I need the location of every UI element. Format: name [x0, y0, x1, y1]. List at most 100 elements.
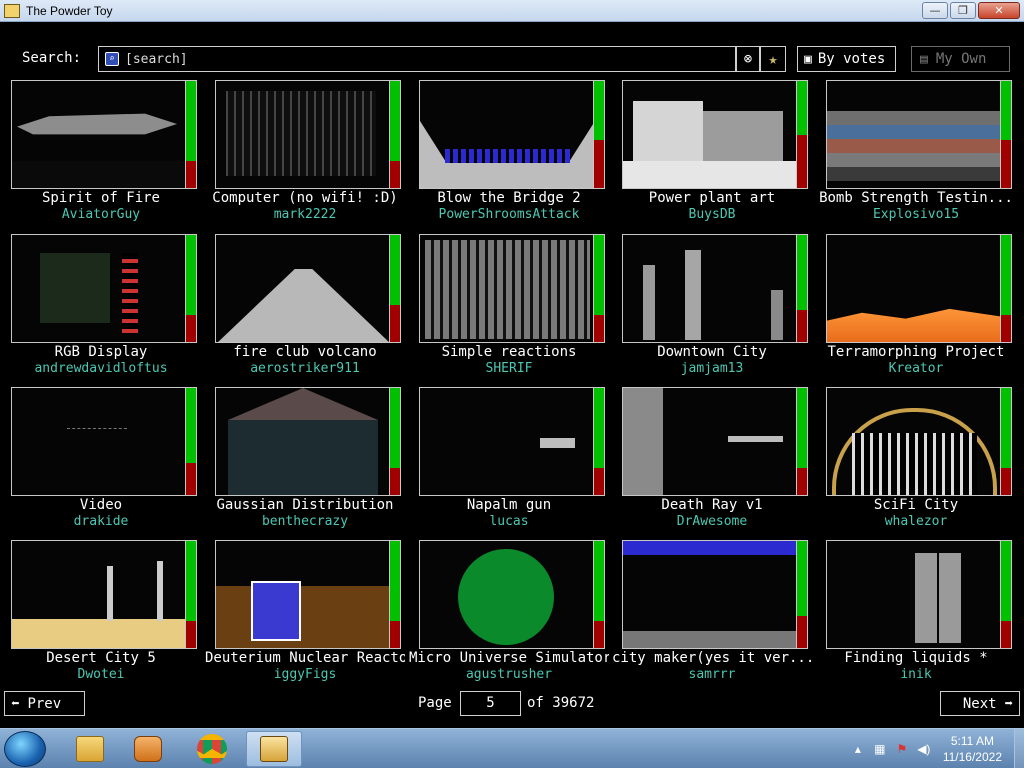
save-thumbnail[interactable] — [826, 387, 1001, 496]
save-title[interactable]: Computer (no wifi! :D) — [205, 190, 405, 206]
save-card[interactable]: Blow the Bridge 2 PowerShroomsAttack — [419, 80, 607, 230]
save-card[interactable]: Desert City 5 Dwotei — [11, 540, 199, 690]
save-title[interactable]: Bomb Strength Testin... — [816, 190, 1016, 206]
save-author[interactable]: whalezor — [816, 514, 1016, 529]
save-thumbnail[interactable] — [11, 387, 186, 496]
save-title[interactable]: Death Ray v1 — [612, 497, 812, 513]
page-number-input[interactable]: 5 — [460, 691, 521, 716]
search-input[interactable]: ⌕ [search] — [98, 46, 736, 72]
flag-icon[interactable]: ⚑ — [895, 742, 909, 756]
save-author[interactable]: jamjam13 — [612, 361, 812, 376]
save-card[interactable]: fire club volcano aerostriker911 — [215, 234, 403, 384]
save-title[interactable]: Finding liquids * — [816, 650, 1016, 666]
start-button[interactable] — [4, 731, 46, 767]
save-thumbnail[interactable] — [622, 234, 797, 343]
save-thumbnail[interactable] — [215, 234, 390, 343]
save-card[interactable]: Video drakide — [11, 387, 199, 537]
save-thumbnail[interactable] — [11, 540, 186, 649]
save-author[interactable]: mark2222 — [205, 207, 405, 222]
save-card[interactable]: Gaussian Distribution benthecrazy — [215, 387, 403, 537]
save-title[interactable]: Downtown City — [612, 344, 812, 360]
save-author[interactable]: Kreator — [816, 361, 1016, 376]
save-card[interactable]: Downtown City jamjam13 — [622, 234, 810, 384]
save-author[interactable]: inik — [816, 667, 1016, 682]
save-title[interactable]: Spirit of Fire — [1, 190, 201, 206]
show-desktop-button[interactable] — [1014, 729, 1024, 768]
save-title[interactable]: city maker(yes it ver... — [612, 650, 812, 666]
save-card[interactable]: Napalm gun lucas — [419, 387, 607, 537]
taskbar-file-explorer[interactable] — [62, 731, 118, 767]
save-author[interactable]: aerostriker911 — [205, 361, 405, 376]
save-author[interactable]: drakide — [1, 514, 201, 529]
save-card[interactable]: Power plant art BuysDB — [622, 80, 810, 230]
save-title[interactable]: Simple reactions — [409, 344, 609, 360]
save-thumbnail[interactable] — [419, 234, 594, 343]
save-title[interactable]: Micro Universe Simulator — [409, 650, 609, 666]
save-card[interactable]: city maker(yes it ver... samrrr — [612, 540, 812, 690]
save-thumbnail[interactable] — [11, 80, 186, 189]
save-author[interactable]: benthecrazy — [205, 514, 405, 529]
volume-icon[interactable]: ◀) — [917, 742, 931, 756]
save-thumbnail[interactable] — [11, 234, 186, 343]
sort-by-votes-button[interactable]: ▣ By votes — [797, 46, 896, 72]
save-card[interactable]: Micro Universe Simulator agustrusher — [409, 540, 609, 690]
save-card[interactable]: Simple reactions SHERIF — [419, 234, 607, 384]
my-own-button[interactable]: ▤ My Own — [911, 46, 1010, 72]
save-title[interactable]: Power plant art — [612, 190, 812, 206]
save-card[interactable]: Computer (no wifi! :D) mark2222 — [212, 80, 403, 230]
save-thumbnail[interactable] — [826, 80, 1001, 189]
tray-arrow-icon[interactable]: ▴ — [851, 742, 865, 756]
save-title[interactable]: SciFi City — [816, 497, 1016, 513]
save-thumbnail[interactable] — [419, 80, 594, 189]
save-thumbnail[interactable] — [215, 80, 390, 189]
close-button[interactable]: ✕ — [978, 2, 1020, 19]
save-card[interactable]: RGB Display andrewdavidloftus — [11, 234, 199, 384]
save-author[interactable]: samrrr — [612, 667, 812, 682]
save-thumbnail[interactable] — [215, 387, 390, 496]
save-card[interactable]: Death Ray v1 DrAwesome — [622, 387, 810, 537]
taskbar-powder-toy[interactable] — [246, 731, 302, 767]
save-thumbnail[interactable] — [826, 540, 1001, 649]
save-card[interactable]: Spirit of Fire AviatorGuy — [11, 80, 199, 230]
network-icon[interactable]: ▦ — [873, 742, 887, 756]
save-author[interactable]: andrewdavidloftus — [1, 361, 201, 376]
minimize-button[interactable]: — — [922, 2, 948, 19]
save-author[interactable]: AviatorGuy — [1, 207, 201, 222]
save-author[interactable]: PowerShroomsAttack — [409, 207, 609, 222]
save-thumbnail[interactable] — [419, 387, 594, 496]
taskbar-media-player[interactable] — [120, 731, 176, 767]
save-title[interactable]: Blow the Bridge 2 — [409, 190, 609, 206]
prev-page-button[interactable]: ⬅ Prev — [4, 691, 85, 716]
maximize-button[interactable]: ❐ — [950, 2, 976, 19]
save-thumbnail[interactable] — [419, 540, 594, 649]
save-author[interactable]: agustrusher — [409, 667, 609, 682]
save-title[interactable]: fire club volcano — [205, 344, 405, 360]
save-author[interactable]: Explosivo15 — [816, 207, 1016, 222]
save-card[interactable]: Terramorphing Project Kreator — [826, 234, 1014, 384]
save-title[interactable]: Deuterium Nuclear Reactor — [205, 650, 405, 666]
save-card[interactable]: Deuterium Nuclear Reactor iggyFigs — [205, 540, 405, 690]
save-card[interactable]: Bomb Strength Testin... Explosivo15 — [819, 80, 1014, 230]
favorites-button[interactable]: ★ — [760, 46, 786, 72]
clock[interactable]: 5:11 AM 11/16/2022 — [943, 733, 1002, 765]
save-author[interactable]: Dwotei — [1, 667, 201, 682]
save-title[interactable]: Desert City 5 — [1, 650, 201, 666]
save-card[interactable]: Finding liquids * inik — [826, 540, 1014, 690]
save-thumbnail[interactable] — [826, 234, 1001, 343]
save-author[interactable]: lucas — [409, 514, 609, 529]
clear-search-button[interactable]: ⊗ — [736, 46, 760, 72]
next-page-button[interactable]: Next ➡ — [940, 691, 1020, 716]
save-title[interactable]: Video — [1, 497, 201, 513]
save-thumbnail[interactable] — [622, 540, 797, 649]
taskbar-chrome[interactable] — [184, 731, 240, 767]
save-thumbnail[interactable] — [215, 540, 390, 649]
save-thumbnail[interactable] — [622, 80, 797, 189]
save-author[interactable]: BuysDB — [612, 207, 812, 222]
save-title[interactable]: Terramorphing Project — [816, 344, 1016, 360]
save-author[interactable]: iggyFigs — [205, 667, 405, 682]
save-card[interactable]: SciFi City whalezor — [826, 387, 1014, 537]
save-thumbnail[interactable] — [622, 387, 797, 496]
save-title[interactable]: Napalm gun — [409, 497, 609, 513]
save-title[interactable]: RGB Display — [1, 344, 201, 360]
save-author[interactable]: DrAwesome — [612, 514, 812, 529]
